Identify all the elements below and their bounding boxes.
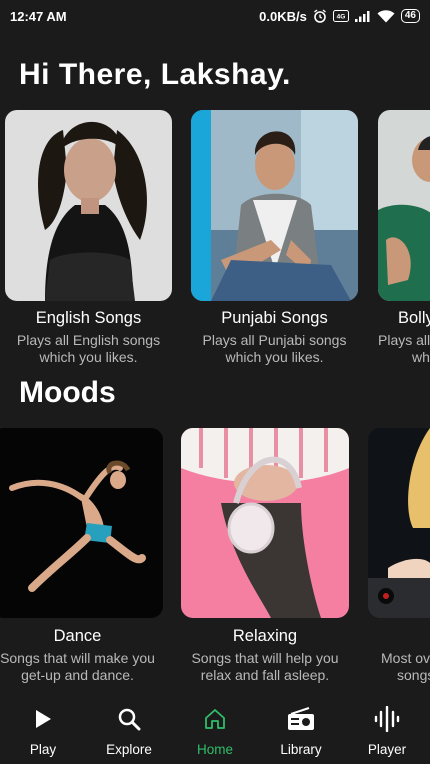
bollywood-songs-image[interactable] xyxy=(378,110,430,301)
signal-icon xyxy=(354,10,371,22)
bollywood-songs-desc-line1: Plays all xyxy=(378,332,430,348)
nav-home-label: Home xyxy=(196,742,233,757)
status-icons: 0.0KB/s 4G 46 xyxy=(259,9,420,24)
nav-explore[interactable]: Explore xyxy=(86,694,172,764)
third-mood-image[interactable] xyxy=(368,428,430,618)
bottom-navigation: Play Explore Home Library Player xyxy=(0,694,430,764)
punjabi-songs-title: Punjabi Songs xyxy=(221,309,328,327)
punjabi-songs-desc-line2: which you likes. xyxy=(225,349,324,365)
battery-indicator: 46 xyxy=(400,9,420,23)
nav-library-label: Library xyxy=(280,742,322,757)
radio-icon xyxy=(287,706,315,732)
status-time: 12:47 AM xyxy=(10,8,67,24)
relaxing-mood-desc-line2: relax and fall asleep. xyxy=(200,667,330,683)
punjabi-songs-image[interactable] xyxy=(191,110,358,301)
volte-icon: 4G xyxy=(332,10,349,22)
greeting-heading: Hi There, Lakshay. xyxy=(19,58,291,91)
home-icon xyxy=(203,706,227,732)
status-bar: 12:47 AM 0.0KB/s 4G 46 xyxy=(0,0,430,32)
bollywood-songs-title: Bolly xyxy=(398,309,430,327)
english-songs-image[interactable] xyxy=(5,110,172,301)
nav-play[interactable]: Play xyxy=(0,694,86,764)
dance-mood-title: Dance xyxy=(53,627,102,645)
language-row[interactable]: English Songs Plays all English songs wh… xyxy=(0,110,430,390)
play-icon xyxy=(34,706,52,732)
nav-play-label: Play xyxy=(29,742,57,757)
relaxing-mood-desc-line1: Songs that will help you xyxy=(191,650,339,666)
relaxing-mood-title: Relaxing xyxy=(232,627,298,645)
search-icon xyxy=(117,706,141,732)
bollywood-songs-desc-line2: wh xyxy=(412,349,430,365)
moods-row[interactable]: Dance Songs that will make you get-up an… xyxy=(0,428,430,688)
alarm-icon xyxy=(313,9,327,23)
third-mood-desc-line2: songs xyxy=(397,667,430,683)
nav-player-label: Player xyxy=(367,742,407,757)
dance-mood-image[interactable] xyxy=(0,428,163,618)
relaxing-mood-image[interactable] xyxy=(181,428,349,618)
network-speed: 0.0KB/s xyxy=(259,8,307,24)
nav-home[interactable]: Home xyxy=(172,694,258,764)
nav-explore-label: Explore xyxy=(106,742,152,757)
waveform-icon xyxy=(374,706,400,732)
nav-player[interactable]: Player xyxy=(344,694,430,764)
nav-library[interactable]: Library xyxy=(258,694,344,764)
third-mood-desc-line1: Most ov xyxy=(381,650,430,666)
english-songs-title: English Songs xyxy=(35,309,142,327)
wifi-icon xyxy=(377,9,395,23)
moods-heading: Moods xyxy=(19,376,116,409)
punjabi-songs-desc-line1: Plays all Punjabi songs xyxy=(202,332,347,348)
svg-text:4G: 4G xyxy=(337,14,346,21)
